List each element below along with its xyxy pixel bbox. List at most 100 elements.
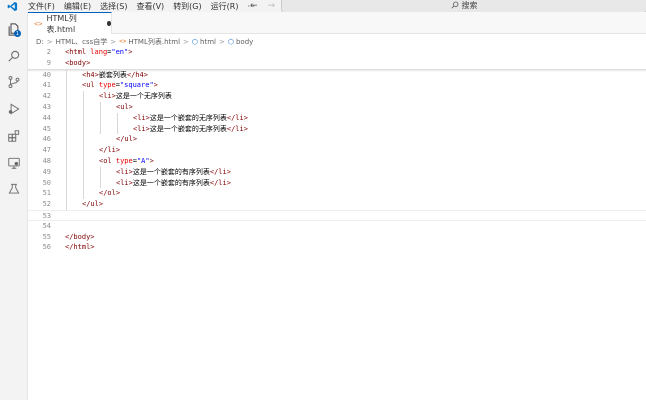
code-token: </li> bbox=[226, 113, 248, 122]
code-token: > bbox=[153, 81, 158, 90]
code-token: <html bbox=[65, 48, 91, 56]
run-debug-icon[interactable] bbox=[5, 100, 22, 117]
code-text: <h4>嵌套列表</h4> bbox=[82, 70, 148, 81]
indent-guide bbox=[65, 69, 67, 210]
code-token: <ol bbox=[99, 156, 116, 165]
code-line[interactable]: 54 bbox=[28, 221, 646, 232]
code-line[interactable]: 48 <ol type="A"> bbox=[28, 156, 646, 167]
line-number: 44 bbox=[42, 113, 51, 122]
code-line[interactable]: 42 <li>这是一个无序列表 bbox=[28, 91, 646, 102]
source-control-icon[interactable] bbox=[5, 73, 22, 90]
code-token: "A" bbox=[136, 156, 150, 165]
code-line[interactable]: 51 </ol> bbox=[28, 188, 646, 199]
code-line[interactable]: 56 </html> bbox=[28, 242, 646, 253]
code-text: <li>这是一个无序列表 bbox=[99, 91, 172, 102]
code-token: "square" bbox=[119, 81, 154, 90]
code-token: 这是一个无序列表 bbox=[115, 92, 172, 101]
code-text: </ol> bbox=[99, 188, 120, 199]
code-token: <li> bbox=[116, 178, 133, 187]
remote-explorer-icon[interactable] bbox=[5, 154, 22, 171]
forward-arrow-icon[interactable]: → bbox=[268, 1, 276, 11]
html-file-icon: <> bbox=[119, 38, 127, 45]
code-line[interactable]: 49 <li>这是一个嵌套的有序列表</li> bbox=[28, 167, 646, 178]
unsaved-dot-icon[interactable] bbox=[106, 21, 111, 26]
code-token: </ul> bbox=[82, 200, 104, 209]
code-line[interactable]: 45 <li>这是一个嵌套的无序列表</li> bbox=[28, 124, 646, 135]
code-text: </ul> bbox=[116, 134, 137, 145]
breadcrumb-body[interactable]: body bbox=[236, 38, 253, 46]
code-token: </li> bbox=[209, 167, 231, 176]
menu-file[interactable]: 文件(F) bbox=[28, 1, 55, 12]
breadcrumb: D: > HTML、css自学 > <> HTML列表.html > ⬡ htm… bbox=[36, 36, 253, 47]
code-token: "en" bbox=[111, 48, 129, 56]
code-line[interactable]: 55 </body> bbox=[28, 232, 646, 243]
vscode-logo-icon bbox=[6, 0, 18, 12]
code-line[interactable]: 53 bbox=[28, 209, 646, 221]
code-token: </h4> bbox=[126, 70, 148, 79]
line-number: 56 bbox=[42, 243, 51, 252]
menu-view[interactable]: 查看(V) bbox=[136, 1, 164, 12]
code-line[interactable]: 43 <ul> bbox=[28, 102, 646, 113]
code-line[interactable]: 2 <html lang="en"> bbox=[28, 47, 646, 58]
breadcrumb-drive[interactable]: D: bbox=[36, 38, 44, 46]
code-token: 这是一个嵌套的有序列表 bbox=[132, 178, 210, 187]
code-token: </li> bbox=[226, 124, 248, 133]
code-token: </html> bbox=[65, 243, 95, 252]
back-arrow-icon[interactable]: ← bbox=[250, 1, 258, 11]
code-token: > bbox=[149, 156, 154, 165]
line-number: 43 bbox=[42, 102, 51, 111]
explorer-icon[interactable]: 1 bbox=[5, 21, 22, 38]
code-token: <li> bbox=[99, 92, 116, 101]
code-line[interactable]: 47 </li> bbox=[28, 145, 646, 156]
code-token: 这是一个嵌套的有序列表 bbox=[132, 167, 210, 176]
title-bar: 文件(F) 编辑(E) 选择(S) 查看(V) 转到(G) 运行(R) ··· … bbox=[0, 0, 646, 14]
code-text: <ol type="A"> bbox=[99, 156, 154, 167]
chevron-right-icon: > bbox=[110, 37, 117, 46]
code-line[interactable]: 52 </ul> bbox=[28, 199, 646, 210]
search-icon bbox=[450, 1, 458, 9]
line-number: 46 bbox=[42, 135, 51, 144]
code-line[interactable]: 44 <li>这是一个嵌套的无序列表</li> bbox=[28, 113, 646, 124]
line-number: 47 bbox=[42, 146, 51, 155]
search-placeholder: 搜索 bbox=[461, 0, 478, 10]
line-number: 40 bbox=[42, 70, 51, 79]
testing-icon[interactable] bbox=[5, 180, 22, 197]
code-line[interactable]: 46 </ul> bbox=[28, 134, 646, 145]
menu-edit[interactable]: 编辑(E) bbox=[64, 1, 91, 12]
line-number: 9 bbox=[46, 58, 51, 67]
menu-selection[interactable]: 选择(S) bbox=[100, 1, 127, 12]
code-text: <li>这是一个嵌套的有序列表</li> bbox=[116, 178, 231, 189]
line-number: 51 bbox=[42, 189, 51, 198]
breadcrumb-folder[interactable]: HTML、css自学 bbox=[56, 37, 108, 47]
line-number: 49 bbox=[42, 167, 51, 176]
extensions-icon[interactable] bbox=[5, 127, 22, 144]
tab-label: HTML列表.html bbox=[46, 13, 77, 34]
line-number: 45 bbox=[42, 124, 51, 133]
code-line[interactable]: 40 <h4>嵌套列表</h4> bbox=[28, 70, 646, 81]
code-text: <body> bbox=[65, 58, 90, 69]
line-number: 52 bbox=[42, 200, 51, 209]
code-text: <ul> bbox=[116, 102, 133, 113]
menu-go[interactable]: 转到(G) bbox=[173, 1, 201, 12]
search-icon[interactable] bbox=[5, 47, 22, 64]
menu-run[interactable]: 运行(R) bbox=[211, 1, 239, 12]
indent-guide bbox=[82, 91, 84, 200]
breadcrumb-file[interactable]: HTML列表.html bbox=[128, 37, 180, 47]
code-line[interactable]: 50 <li>这是一个嵌套的有序列表</li> bbox=[28, 178, 646, 189]
code-token: 这是一个嵌套的无序列表 bbox=[149, 124, 227, 133]
tab-html-list[interactable]: <> HTML列表.html bbox=[28, 12, 112, 34]
breadcrumb-html[interactable]: html bbox=[200, 38, 216, 46]
code-token: <li> bbox=[133, 124, 150, 133]
explorer-badge: 1 bbox=[14, 30, 21, 37]
code-text: </li> bbox=[99, 145, 120, 156]
line-number: 2 bbox=[46, 48, 51, 56]
code-token: type bbox=[115, 156, 133, 165]
code-line[interactable]: 41 <ul type="square"> bbox=[28, 80, 646, 91]
code-editor[interactable]: 2 <html lang="en"> 9 <body> 40 <h4>嵌套列表</h4> 4… bbox=[28, 47, 646, 400]
html-file-icon: <> bbox=[34, 19, 43, 28]
code-token: <ul bbox=[82, 81, 99, 90]
code-token: lang bbox=[90, 48, 108, 56]
element-cube-icon: ⬡ bbox=[227, 37, 234, 46]
code-line[interactable]: 9 <body> bbox=[28, 57, 646, 69]
code-text: <li>这是一个嵌套的有序列表</li> bbox=[116, 167, 231, 178]
